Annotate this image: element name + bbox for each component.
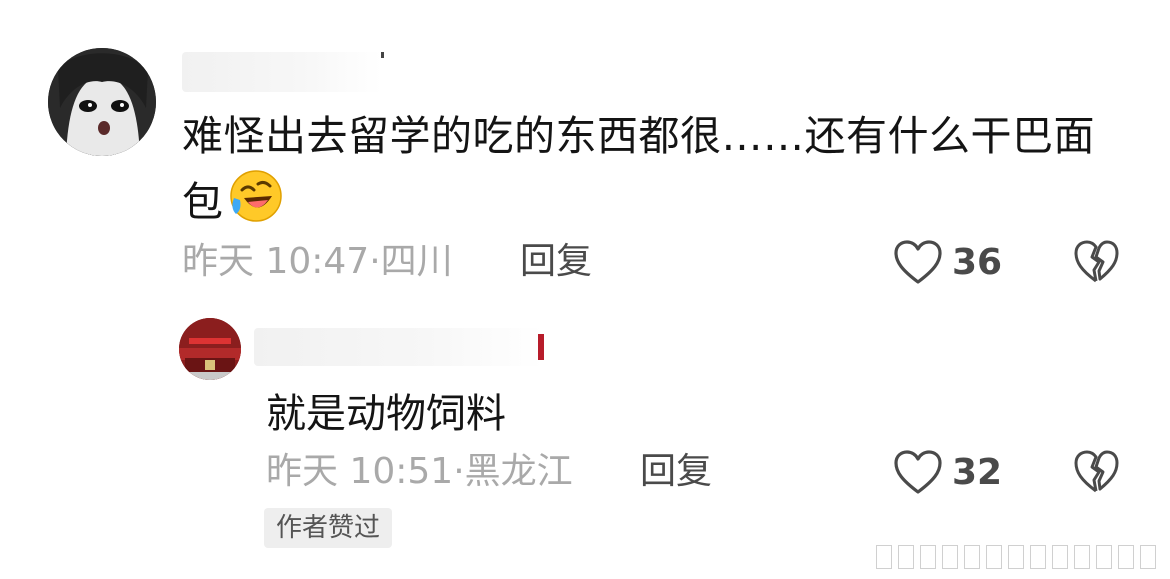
comment-location: 四川 [380, 241, 453, 282]
avatar[interactable] [48, 48, 156, 156]
like-count: 36 [952, 241, 1003, 283]
gate-avatar-icon [179, 318, 241, 380]
broken-heart-icon [1074, 240, 1119, 283]
comment-time: 昨天 10:47 [182, 241, 370, 282]
watermark-strip [876, 545, 1156, 569]
meta-separator: · [369, 241, 381, 282]
comment-location: 黑龙江 [464, 451, 573, 492]
comment-meta: 昨天 10:47·四川 [182, 240, 453, 284]
like-button[interactable]: 36 [892, 238, 1002, 286]
anime-avatar-icon [48, 48, 156, 156]
reply-button[interactable]: 回复 [640, 450, 712, 494]
comment-meta: 昨天 10:51·黑龙江 [266, 450, 573, 494]
avatar[interactable] [179, 318, 241, 380]
rofl-emoji-icon [228, 168, 284, 224]
meta-separator: · [453, 451, 465, 492]
dislike-button[interactable] [1072, 448, 1120, 496]
author-liked-badge: 作者赞过 [264, 508, 393, 548]
like-button[interactable]: 32 [892, 448, 1002, 496]
comment-time: 昨天 10:51 [266, 451, 454, 492]
username-blurred[interactable] [182, 52, 384, 92]
reply-button[interactable]: 回复 [520, 240, 592, 284]
username-blurred[interactable] [254, 328, 544, 366]
comment-text: 难怪出去留学的吃的东西都很……还有什么干巴面包 [182, 104, 1112, 234]
comment-text-content: 难怪出去留学的吃的东西都很……还有什么干巴面包 [182, 112, 1095, 226]
like-count: 32 [952, 451, 1003, 493]
heart-outline-icon [894, 240, 942, 284]
dislike-button[interactable] [1072, 238, 1120, 286]
comment-text: 就是动物饲料 [266, 391, 506, 437]
heart-outline-icon [894, 450, 942, 494]
broken-heart-icon [1074, 450, 1119, 493]
